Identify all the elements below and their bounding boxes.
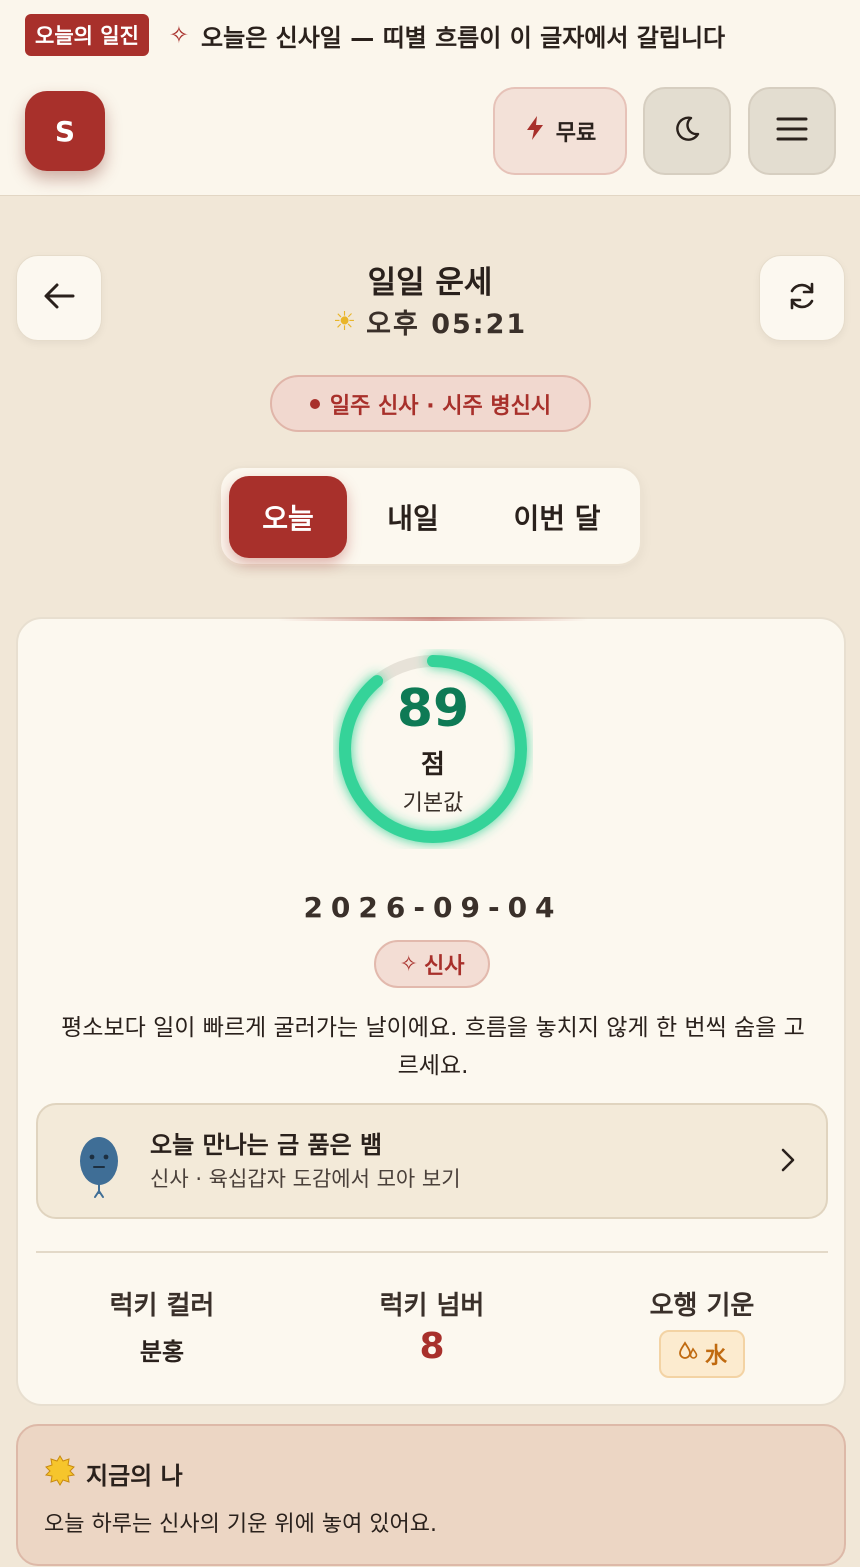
pillar-text: 일주 신사 · 시주 병신시 bbox=[329, 393, 552, 419]
sun-badge-icon bbox=[44, 1454, 76, 1492]
fortune-date: 2026-09-04 bbox=[303, 891, 563, 924]
theme-toggle-button[interactable] bbox=[643, 87, 731, 175]
card-top-glow bbox=[278, 617, 588, 621]
lucky-color-stat: 럭키 컬러 분홍 bbox=[32, 1285, 292, 1367]
time-text: 오후 05:21 bbox=[366, 309, 528, 340]
free-button[interactable]: 무료 bbox=[493, 87, 627, 175]
lucky-number-label: 럭키 넘버 bbox=[379, 1291, 485, 1321]
tab-today[interactable]: 오늘 bbox=[229, 476, 347, 558]
fortune-card: 89 점 기본값 2026-09-04 ✧ 신사 평소보다 일이 빠르게 굴러가… bbox=[16, 617, 846, 1406]
chevron-right-icon bbox=[780, 1147, 796, 1177]
bolt-icon bbox=[524, 115, 546, 147]
ticker-badge: 오늘의 일진 bbox=[25, 14, 149, 56]
animal-title: 오늘 만나는 금 품은 뱀 bbox=[150, 1131, 383, 1159]
now-title-row: 지금의 나 bbox=[44, 1454, 183, 1492]
lucky-number-value: 8 bbox=[419, 1326, 445, 1367]
now-title: 지금의 나 bbox=[86, 1461, 183, 1490]
menu-button[interactable] bbox=[748, 87, 836, 175]
score-value: 89 bbox=[396, 679, 470, 739]
tab-tomorrow[interactable]: 내일 bbox=[353, 476, 473, 558]
ticker-text: 오늘은 신사일 — 띠별 흐름이 이 글자에서 갈립니다 bbox=[201, 23, 726, 52]
tab-this-month[interactable]: 이번 달 bbox=[479, 476, 635, 558]
page-title: 일일 운세 bbox=[367, 265, 493, 301]
page-header: 일일 운세 ☀ 오후 05:21 bbox=[0, 255, 860, 345]
score-unit: 점 bbox=[421, 750, 445, 780]
element-stat: 오행 기운 水 bbox=[572, 1285, 832, 1378]
lucky-number-stat: 럭키 넘버 8 bbox=[302, 1285, 562, 1367]
daily-ticker[interactable]: 오늘의 일진 ✧ 오늘은 신사일 — 띠별 흐름이 이 글자에서 갈립니다 bbox=[25, 13, 725, 57]
water-drops-icon bbox=[677, 1340, 699, 1368]
sparkle-icon: ✧ bbox=[399, 951, 418, 977]
divider bbox=[36, 1251, 828, 1253]
score-gauge: 89 점 기본값 bbox=[333, 649, 533, 849]
element-value: 水 bbox=[704, 1344, 727, 1369]
fortune-description: 평소보다 일이 빠르게 굴러가는 날이에요. 흐름을 놓치지 않게 한 번씩 숨… bbox=[61, 1015, 805, 1079]
animal-card[interactable]: 오늘 만나는 금 품은 뱀 신사 · 육십갑자 도감에서 모아 보기 bbox=[36, 1103, 828, 1219]
animal-subtitle: 신사 · 육십갑자 도감에서 모아 보기 bbox=[150, 1167, 461, 1191]
snake-mascot-icon bbox=[76, 1133, 122, 1203]
now-card: 지금의 나 오늘 하루는 신사의 기운 위에 놓여 있어요. bbox=[16, 1424, 846, 1566]
sparkle-icon: ✧ bbox=[168, 21, 190, 49]
refresh-button[interactable] bbox=[759, 255, 845, 341]
hamburger-menu-icon bbox=[776, 116, 808, 146]
status-dot bbox=[309, 398, 320, 409]
now-text: 오늘 하루는 신사의 기운 위에 놓여 있어요. bbox=[44, 1512, 438, 1537]
element-label: 오행 기운 bbox=[649, 1291, 755, 1321]
sun-icon: ☀ bbox=[332, 306, 359, 337]
refresh-icon bbox=[786, 280, 818, 316]
free-label: 무료 bbox=[555, 121, 597, 146]
lucky-color-label: 럭키 컬러 bbox=[109, 1291, 215, 1321]
ganji-text: 신사 bbox=[423, 954, 465, 979]
pillar-badge: 일주 신사 · 시주 병신시 bbox=[270, 375, 591, 432]
element-badge: 水 bbox=[658, 1330, 745, 1378]
logo-button[interactable]: S bbox=[25, 91, 105, 171]
current-time: ☀ 오후 05:21 bbox=[0, 302, 860, 341]
lucky-color-value: 분홍 bbox=[139, 1338, 185, 1366]
score-subtitle: 기본값 bbox=[402, 791, 464, 816]
moon-icon bbox=[672, 114, 702, 148]
ganji-badge: ✧ 신사 bbox=[374, 940, 490, 988]
period-tabs: 오늘 내일 이번 달 bbox=[219, 466, 642, 566]
top-bar: 오늘의 일진 ✧ 오늘은 신사일 — 띠별 흐름이 이 글자에서 갈립니다 S … bbox=[0, 0, 860, 196]
